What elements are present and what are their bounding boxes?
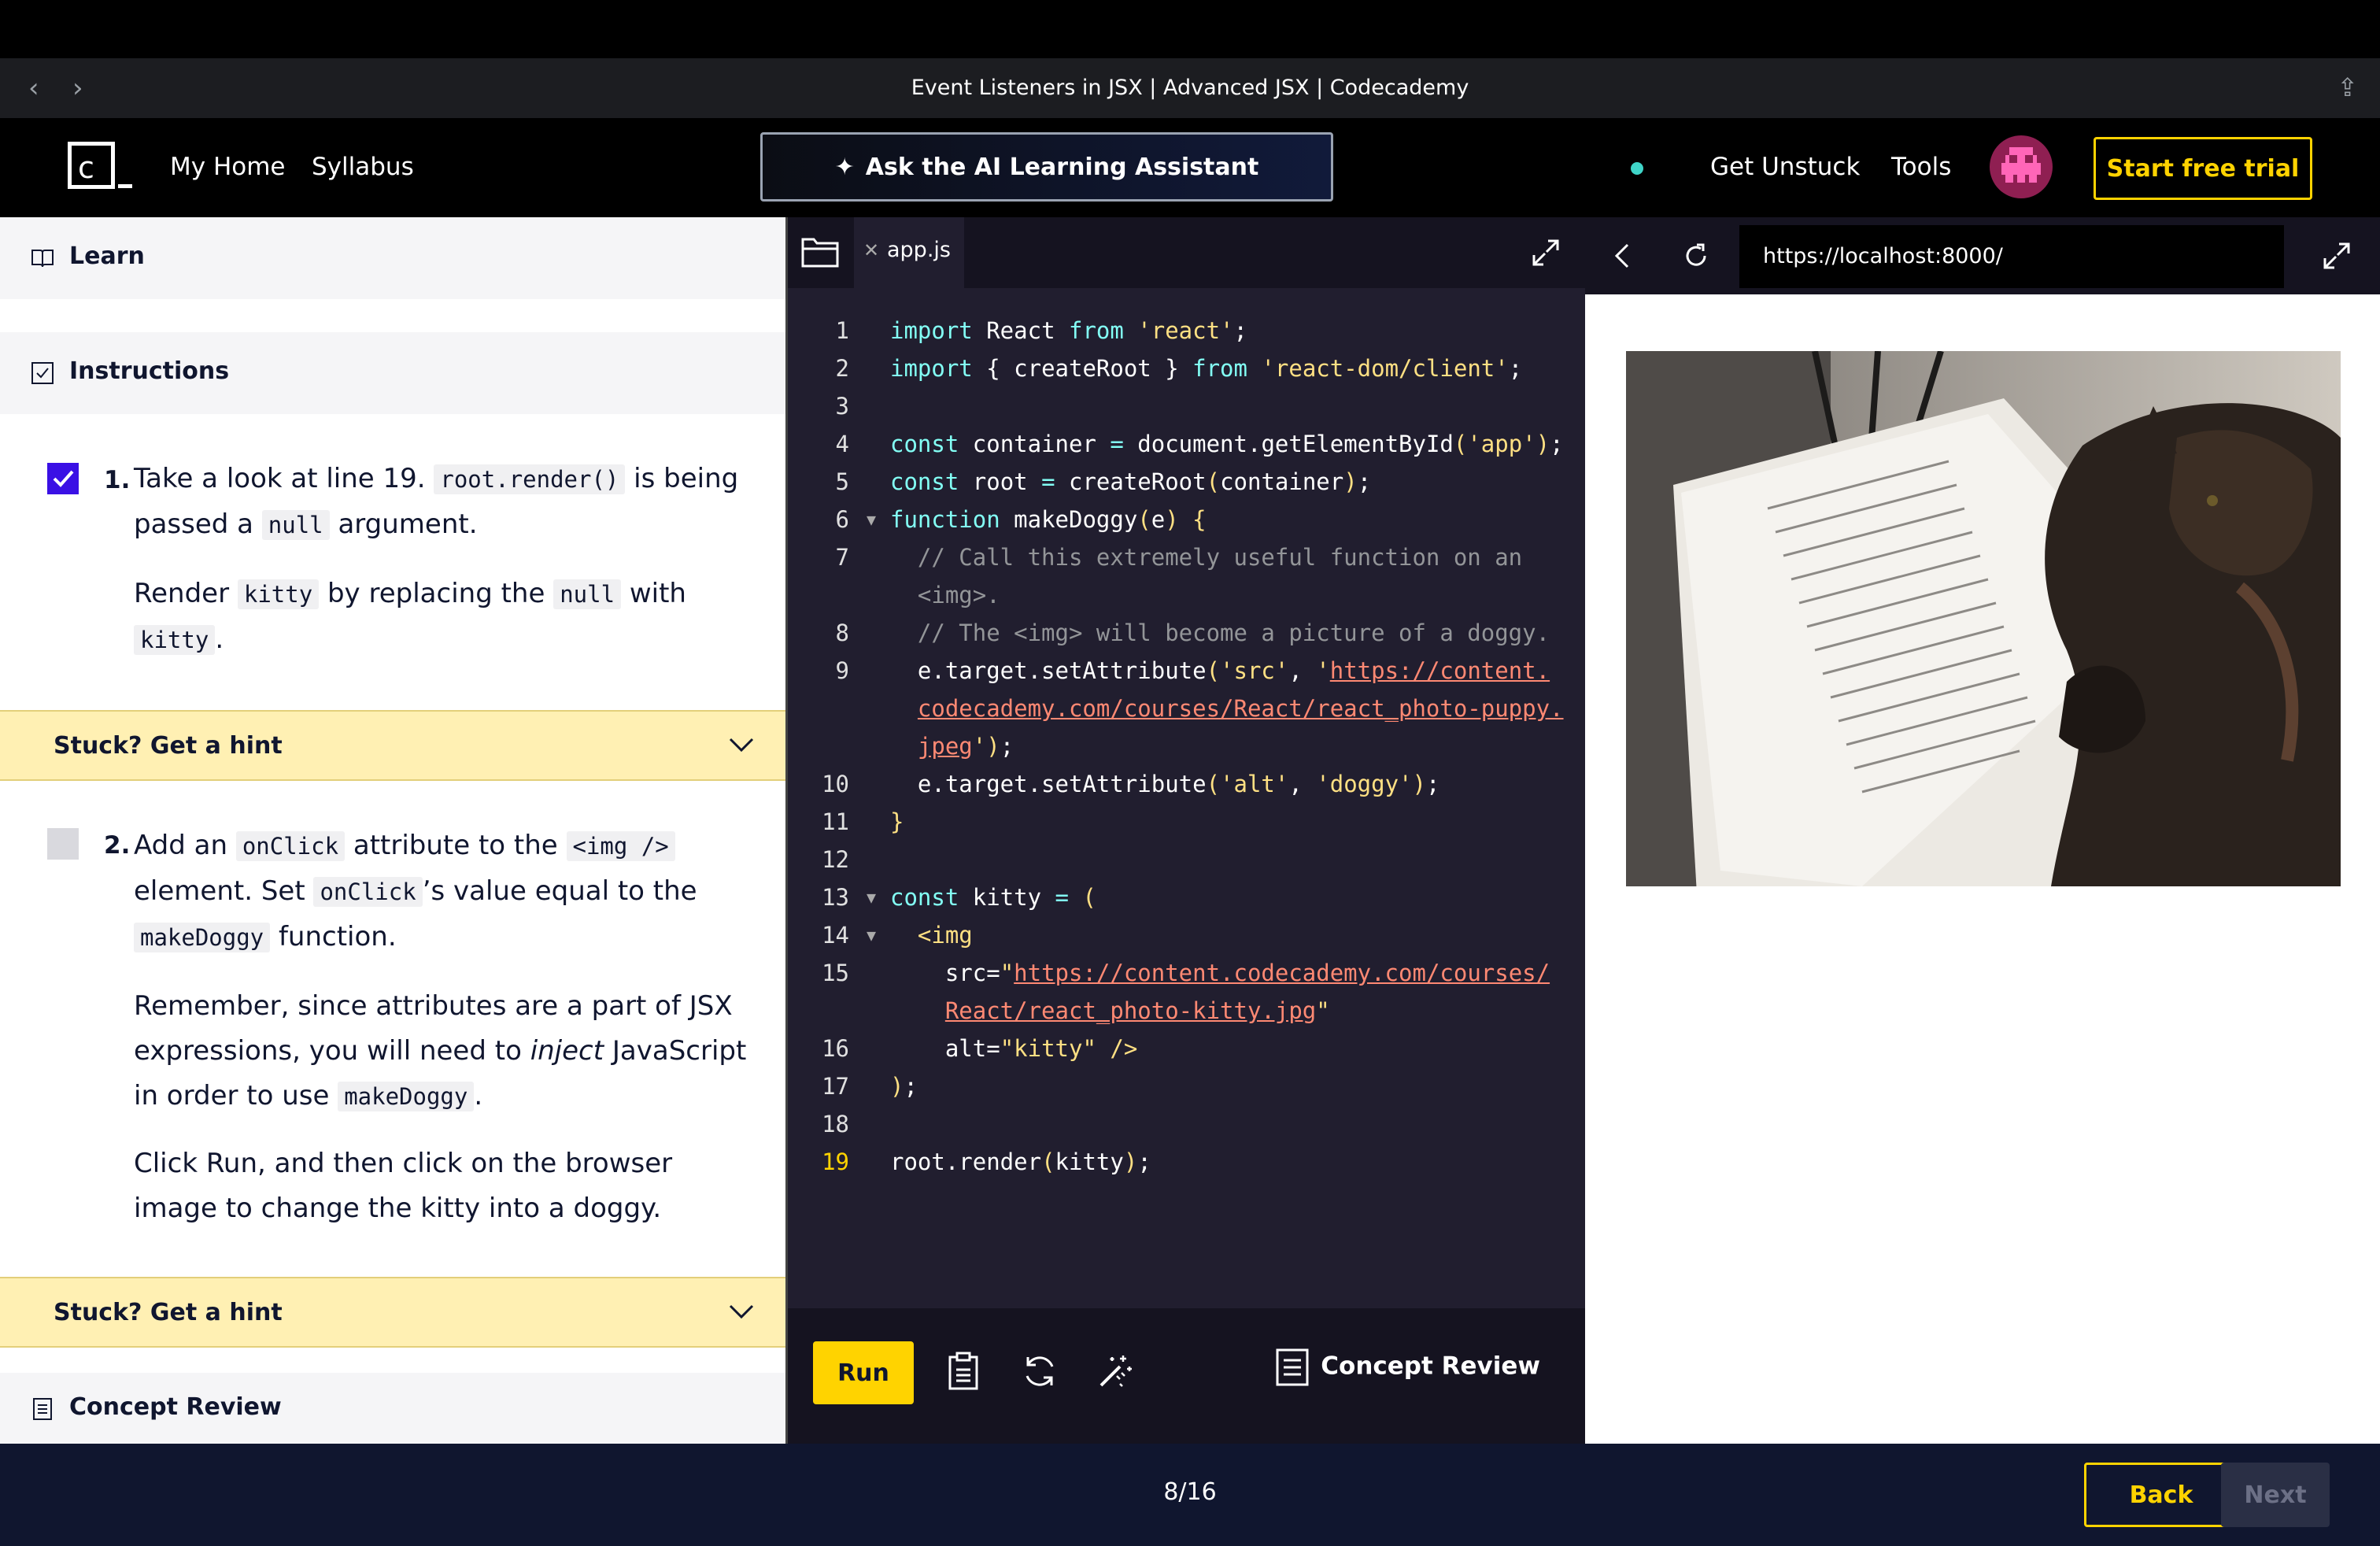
code-line: 9 e.target.setAttribute('src', 'https://… (835, 657, 1564, 760)
learn-pane: Learn Instructions 1. Take a look at lin… (0, 217, 785, 1444)
hint-toggle-1[interactable]: Stuck? Get a hint (0, 710, 785, 781)
code-line: 1 import React from 'react'; (835, 317, 1247, 344)
concept-review-section[interactable]: Concept Review (0, 1373, 785, 1444)
code-line: 6 ▼ function makeDoggy(e) { (788, 501, 1587, 538)
browser-chrome: ‹ › Event Listeners in JSX | Advanced JS… (0, 58, 2380, 118)
window-title: Event Listeners in JSX | Advanced JSX | … (911, 76, 1469, 100)
expand-icon[interactable] (2322, 241, 2352, 271)
code-line: 3 (835, 393, 849, 420)
expand-icon[interactable] (1531, 238, 1561, 268)
browser-toolbar: https://localhost:8000/ (1585, 217, 2380, 294)
chevron-down-icon (729, 738, 754, 753)
task-2-run-text: Click Run, and then click on the browser… (134, 1148, 673, 1224)
get-unstuck-link[interactable]: Get Unstuck (1710, 153, 1860, 181)
check-icon (53, 470, 74, 487)
codecademy-logo[interactable]: c (68, 142, 115, 189)
fold-arrow-icon[interactable]: ▼ (867, 501, 876, 538)
task-2-text: Add an onClick attribute to the <img /> … (134, 830, 697, 952)
next-button[interactable]: Next (2221, 1463, 2330, 1527)
code-line: 13 ▼ const kitty = ( (788, 878, 1587, 916)
kitty-image[interactable] (1626, 351, 2341, 886)
fold-arrow-icon[interactable]: ▼ (867, 878, 876, 916)
sparkle-icon: ✦ (834, 153, 855, 181)
checkbox-icon (31, 362, 54, 384)
code-line: 14 ▼ <img (788, 916, 1587, 954)
nav-syllabus[interactable]: Syllabus (312, 153, 414, 181)
code-line: 16 alt="kitty" /> (822, 1035, 1138, 1062)
clipboard-icon[interactable] (942, 1349, 986, 1393)
code-line: 7 // Call this extremely useful function… (835, 544, 1523, 608)
site-header: c My Home Syllabus ✦ Ask the AI Learning… (0, 118, 2380, 217)
editor-tab-bar: ✕ app.js (788, 217, 1587, 288)
start-free-trial-button[interactable]: Start free trial (2094, 137, 2312, 200)
task-1-subtext: Render kitty by replacing the null with … (134, 578, 686, 655)
browser-preview: https://localhost:8000/ (1585, 217, 2380, 1444)
task-2-subtext: Remember, since attributes are a part of… (134, 990, 747, 1111)
document-icon (1276, 1348, 1309, 1386)
code-line: 5 const root = createRoot(container); (835, 468, 1372, 495)
folder-icon[interactable] (800, 235, 840, 269)
document-icon (33, 1398, 52, 1420)
url-field[interactable]: https://localhost:8000/ (1739, 225, 2284, 288)
learn-section-header[interactable]: Learn (0, 217, 785, 299)
file-tab-app-js[interactable]: ✕ app.js (854, 217, 964, 288)
back-icon[interactable] (1609, 241, 1637, 271)
task-1-number: 1. (104, 466, 131, 494)
book-icon (31, 250, 54, 268)
task-1-text: Take a look at line 19. root.render() is… (134, 463, 739, 540)
code-editor: ✕ app.js 1 import React from 'react'; 2 … (785, 217, 1587, 1444)
tools-link[interactable]: Tools (1891, 153, 1951, 181)
run-button[interactable]: Run (813, 1341, 914, 1404)
hint-toggle-2[interactable]: Stuck? Get a hint (0, 1277, 785, 1348)
code-line: 10 e.target.setAttribute('alt', 'doggy')… (822, 771, 1440, 797)
code-line: 4 const container = document.getElementB… (835, 431, 1564, 457)
logo-underscore (118, 184, 132, 188)
status-dot (1631, 162, 1643, 175)
task-2-checkbox[interactable] (47, 828, 79, 860)
code-line: 17 ); (822, 1073, 918, 1100)
magic-wand-icon[interactable] (1093, 1349, 1137, 1393)
top-black-bar (0, 0, 2380, 58)
avatar[interactable] (1990, 135, 2053, 198)
reload-icon[interactable] (1681, 241, 1711, 271)
code-line: 11 } (822, 808, 904, 835)
code-line: 15 src="https://content.codecademy.com/c… (822, 960, 1550, 1024)
fold-arrow-icon[interactable]: ▼ (867, 916, 876, 954)
code-line: 2 import { createRoot } from 'react-dom/… (835, 355, 1523, 382)
code-line: 18 (822, 1111, 849, 1137)
back-button[interactable]: Back (2084, 1463, 2238, 1527)
ai-assistant-button[interactable]: ✦ Ask the AI Learning Assistant (760, 132, 1333, 202)
code-line-current: 19 root.render(kitty); (822, 1148, 1151, 1175)
code-line: 12 (822, 846, 849, 873)
instructions-section-header[interactable]: Instructions (0, 332, 785, 414)
progress-counter: 8/16 (1163, 1478, 1217, 1506)
chevron-down-icon (729, 1304, 754, 1319)
concept-review-button[interactable]: Concept Review (1275, 1348, 1540, 1387)
editor-toolbar: Run Concept Review (788, 1308, 1587, 1444)
nav-my-home[interactable]: My Home (170, 153, 286, 181)
code-line: 8 // The <img> will become a picture of … (835, 620, 1550, 646)
close-icon[interactable]: ✕ (863, 239, 879, 261)
share-icon[interactable]: ⇪ (2337, 72, 2358, 102)
lesson-footer: 8/16 Back Next (0, 1444, 2380, 1546)
task-2-number: 2. (104, 831, 131, 860)
refresh-icon[interactable] (1018, 1349, 1062, 1393)
task-1-checkbox[interactable] (47, 463, 79, 494)
